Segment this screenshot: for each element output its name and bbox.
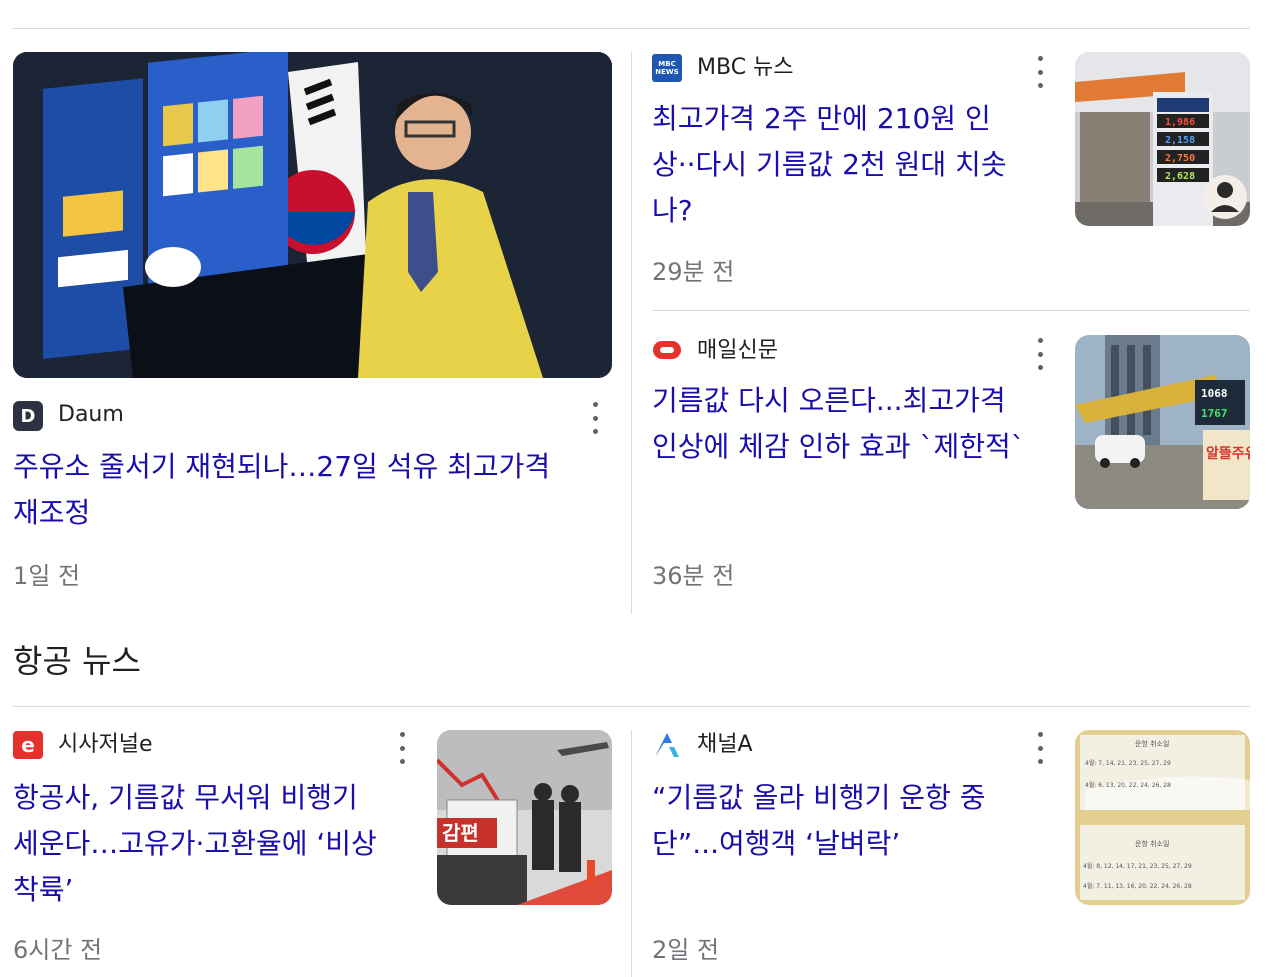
featured-more-options-icon[interactable] bbox=[585, 402, 605, 434]
aviation-card1-more-options-icon[interactable] bbox=[392, 732, 412, 764]
aviation-card2-thumbnail[interactable]: 운항 취소일 4월: 7, 14, 21, 23, 25, 27, 29 4월:… bbox=[1075, 730, 1250, 905]
aviation-card1-headline[interactable]: 항공사, 기름값 무서워 비행기 세운다…고유가·고환율에 ‘비상 착륙’ bbox=[13, 775, 423, 913]
sisajournal-logo-letter: e bbox=[21, 733, 35, 757]
column-divider bbox=[631, 52, 632, 614]
card2-headline-line1: 기름값 다시 오른다...최고가격 bbox=[652, 384, 1006, 417]
aviation-card1-headline-line3: 착륙’ bbox=[13, 873, 74, 906]
aviation-card2-more-options-icon[interactable] bbox=[1030, 732, 1050, 764]
aviation-card1-thumbnail[interactable]: 감편 bbox=[437, 730, 612, 905]
aviation-card1-headline-line1: 항공사, 기름값 무서워 비행기 bbox=[13, 781, 358, 814]
cancellation-schedule-photo: 운항 취소일 4월: 7, 14, 21, 23, 25, 27, 29 4월:… bbox=[1075, 730, 1250, 905]
aviation-card2-headline-line1: “기름값 올라 비행기 운항 중 bbox=[652, 781, 986, 814]
aviation-card2-timestamp: 2일 전 bbox=[652, 936, 720, 964]
sign-price-2: 2,158 bbox=[1165, 135, 1195, 146]
card1-headline-line2: 상··다시 기름값 2천 원대 치솟 bbox=[652, 148, 1007, 181]
sign-price-b: 1767 bbox=[1201, 407, 1228, 420]
featured-timestamp: 1일 전 bbox=[13, 562, 81, 590]
aviation-card2-headline-line2: 단”...여행객 ‘날벼락’ bbox=[652, 827, 901, 860]
aviation-card1-headline-line2: 세운다…고유가·고환율에 ‘비상 bbox=[13, 827, 377, 860]
flight-cut-illustration: 감편 bbox=[437, 730, 612, 905]
featured-story-image[interactable] bbox=[13, 52, 612, 378]
schedule-row-2: 4월: 6, 13, 20, 22, 24, 26, 28 bbox=[1085, 781, 1171, 789]
card1-headline-line1: 최고가격 2주 만에 210원 인 bbox=[652, 102, 991, 135]
card2-headline[interactable]: 기름값 다시 오른다...최고가격 인상에 체감 인하 효과 `제한적` bbox=[652, 378, 1062, 470]
sign-price-a: 1068 bbox=[1201, 387, 1228, 400]
daum-logo-letter: D bbox=[20, 405, 36, 427]
card1-timestamp: 29분 전 bbox=[652, 258, 735, 286]
featured-source: Daum bbox=[58, 402, 124, 427]
sisajournal-logo: e bbox=[13, 731, 43, 759]
maeil-logo bbox=[652, 338, 682, 362]
daum-logo: D bbox=[13, 401, 43, 431]
featured-headline-line2: 재조정 bbox=[13, 496, 91, 529]
card1-more-options-icon[interactable] bbox=[1030, 56, 1050, 88]
column-divider-aviation bbox=[631, 730, 632, 977]
card2-headline-line2: 인상에 체감 인하 효과 `제한적` bbox=[652, 430, 1025, 463]
channel-a-logo bbox=[652, 730, 682, 760]
maeil-logo-icon bbox=[653, 341, 681, 359]
gas-station-street-photo: 1068 1767 알뜰주유소 bbox=[1075, 335, 1250, 509]
card1-source: MBC 뉴스 bbox=[697, 55, 794, 80]
mbc-logo-text: MBC NEWS bbox=[655, 60, 679, 76]
mbc-news-logo: MBC NEWS bbox=[652, 54, 682, 82]
sign-text: 알뜰주유소 bbox=[1206, 446, 1250, 462]
aviation-card2-source: 채널A bbox=[697, 732, 753, 757]
schedule-row-3: 4월: 8, 12, 14, 17, 21, 23, 25, 27, 29 bbox=[1083, 862, 1192, 870]
card1-headline[interactable]: 최고가격 2주 만에 210원 인 상··다시 기름값 2천 원대 치솟 나? bbox=[652, 96, 1052, 234]
card2-source: 매일신문 bbox=[697, 338, 778, 363]
card1-headline-line3: 나? bbox=[652, 194, 693, 227]
aviation-card2-headline[interactable]: “기름값 올라 비행기 운항 중 단”...여행객 ‘날벼락’ bbox=[652, 775, 1062, 867]
gas-station-sign-photo: 1,986 2,158 2,750 2,628 bbox=[1075, 52, 1250, 226]
featured-headline[interactable]: 주유소 줄서기 재현되나…27일 석유 최고가격 재조정 bbox=[13, 444, 613, 536]
top-divider bbox=[13, 28, 1250, 29]
illustration-text: 감편 bbox=[442, 821, 479, 845]
schedule-row-4: 4월: 7, 11, 13, 16, 20, 22, 24, 26, 28 bbox=[1083, 882, 1192, 890]
featured-headline-line1: 주유소 줄서기 재현되나…27일 석유 최고가격 bbox=[13, 450, 551, 483]
aviation-card1-source: 시사저널e bbox=[58, 732, 153, 757]
card-divider bbox=[652, 310, 1250, 311]
schedule-title-2: 운항 취소일 bbox=[1135, 839, 1169, 848]
card2-thumbnail[interactable]: 1068 1767 알뜰주유소 bbox=[1075, 335, 1250, 509]
sign-price-1: 1,986 bbox=[1165, 117, 1195, 128]
aviation-card1-timestamp: 6시간 전 bbox=[13, 936, 103, 964]
schedule-title-1: 운항 취소일 bbox=[1135, 739, 1169, 748]
press-briefing-photo bbox=[13, 52, 612, 378]
schedule-row-1: 4월: 7, 14, 21, 23, 25, 27, 29 bbox=[1085, 759, 1171, 767]
card1-thumbnail[interactable]: 1,986 2,158 2,750 2,628 bbox=[1075, 52, 1250, 226]
card2-more-options-icon[interactable] bbox=[1030, 338, 1050, 370]
section-divider bbox=[13, 706, 1250, 707]
sign-price-4: 2,628 bbox=[1165, 171, 1195, 182]
channel-a-logo-icon bbox=[655, 733, 679, 757]
card2-timestamp: 36분 전 bbox=[652, 562, 735, 590]
sign-price-3: 2,750 bbox=[1165, 153, 1195, 164]
section-title-aviation: 항공 뉴스 bbox=[13, 642, 141, 680]
